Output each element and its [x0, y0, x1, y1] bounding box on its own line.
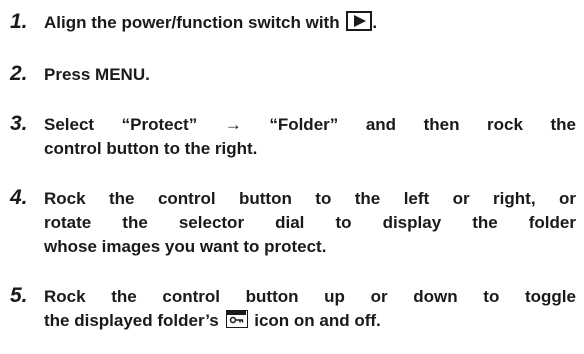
step-text-part: icon on and off.: [249, 311, 381, 330]
step-text-part: the displayed folder’s: [44, 311, 224, 330]
step-number: 1.: [10, 10, 28, 33]
step-text-line: rotate the selector dial to display the …: [44, 213, 576, 232]
step-text-line: control button to the right.: [44, 139, 258, 158]
step-number: 5.: [10, 284, 28, 307]
step-text: Align the power/function switch with .: [44, 11, 576, 35]
protect-key-icon: [225, 310, 248, 328]
step-text-line: Press MENU.: [44, 65, 150, 84]
playback-mode-icon: [346, 11, 373, 31]
step-text-line: Rock the control button to the left or r…: [44, 189, 576, 208]
step-number: 3.: [10, 112, 28, 135]
step-text-line: whose images you want to protect.: [44, 237, 327, 256]
step-number: 4.: [10, 186, 28, 209]
step-text: Rock the control button to the left or r…: [44, 187, 576, 259]
step-text: Select “Protect” → “Folder” and then roc…: [44, 113, 576, 161]
step-text-line: Select “Protect” → “Folder” and then roc…: [44, 115, 576, 134]
step-text: Rock the control button up or down to to…: [44, 285, 576, 333]
step-text-part: .: [372, 13, 378, 32]
step-text: Press MENU.: [44, 63, 576, 87]
step-text-part: Align the power/function switch with: [44, 13, 345, 32]
step-text-line: Rock the control button up or down to to…: [44, 287, 576, 306]
step-number: 2.: [10, 62, 28, 85]
